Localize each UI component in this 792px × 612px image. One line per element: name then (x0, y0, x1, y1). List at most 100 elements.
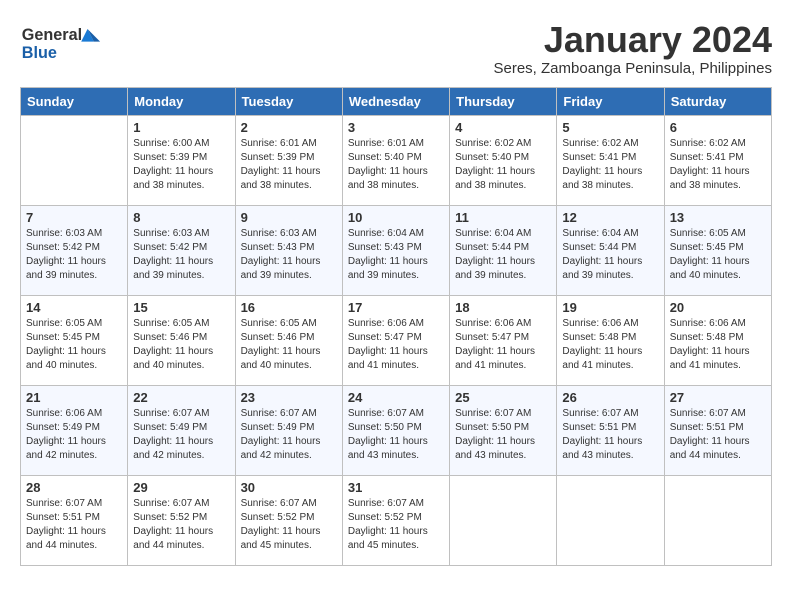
svg-text:Blue: Blue (22, 44, 57, 62)
calendar-cell: 11Sunrise: 6:04 AMSunset: 5:44 PMDayligh… (450, 205, 557, 295)
calendar-cell: 4 Sunrise: 6:02 AMSunset: 5:40 PMDaylight… (450, 115, 557, 205)
day-number: 30 (241, 480, 337, 495)
day-info: Sunrise: 6:07 AMSunset: 5:52 PMDaylight:… (241, 497, 337, 553)
calendar-week-1: 1 Sunrise: 6:00 AMSunset: 5:39 PMDaylight… (21, 115, 772, 205)
day-info: Sunrise: 6:03 AMSunset: 5:42 PMDaylight:… (133, 227, 229, 283)
column-header-monday: Monday (128, 87, 235, 115)
day-info: Sunrise: 6:07 AMSunset: 5:50 PMDaylight:… (455, 407, 551, 463)
calendar-week-3: 14Sunrise: 6:05 AMSunset: 5:45 PMDayligh… (21, 295, 772, 385)
column-header-wednesday: Wednesday (342, 87, 449, 115)
calendar-cell: 13 Sunrise: 6:05 AMSunset: 5:45 PMDayligh… (664, 205, 771, 295)
day-number: 17 (348, 300, 444, 315)
day-info: Sunrise: 6:03 AMSunset: 5:43 PMDaylight:… (241, 227, 337, 283)
column-header-tuesday: Tuesday (235, 87, 342, 115)
calendar-cell (21, 115, 128, 205)
day-info: Sunrise: 6:07 AMSunset: 5:52 PMDaylight:… (348, 497, 444, 553)
calendar-cell: 19 Sunrise: 6:06 AMSunset: 5:48 PMDayligh… (557, 295, 664, 385)
calendar-cell: 15 Sunrise: 6:05 AMSunset: 5:46 PMDayligh… (128, 295, 235, 385)
calendar-cell: 21 Sunrise: 6:06 AMSunset: 5:49 PMDayligh… (21, 385, 128, 475)
day-info: Sunrise: 6:04 AMSunset: 5:44 PMDaylight:… (562, 227, 658, 283)
day-number: 12 (562, 210, 658, 225)
calendar-cell: 2 Sunrise: 6:01 AMSunset: 5:39 PMDaylight… (235, 115, 342, 205)
calendar-cell: 20Sunrise: 6:06 AMSunset: 5:48 PMDayligh… (664, 295, 771, 385)
day-info: Sunrise: 6:01 AMSunset: 5:39 PMDaylight:… (241, 137, 337, 193)
day-info: Sunrise: 6:00 AMSunset: 5:39 PMDaylight:… (133, 137, 229, 193)
calendar-cell: 23Sunrise: 6:07 AMSunset: 5:49 PMDayligh… (235, 385, 342, 475)
day-number: 19 (562, 300, 658, 315)
day-number: 5 (562, 120, 658, 135)
calendar-cell: 17 Sunrise: 6:06 AMSunset: 5:47 PMDayligh… (342, 295, 449, 385)
calendar-cell: 28Sunrise: 6:07 AMSunset: 5:51 PMDayligh… (21, 475, 128, 565)
day-number: 31 (348, 480, 444, 495)
calendar-cell: 30 Sunrise: 6:07 AMSunset: 5:52 PMDayligh… (235, 475, 342, 565)
calendar-cell: 24 Sunrise: 6:07 AMSunset: 5:50 PMDayligh… (342, 385, 449, 475)
day-number: 25 (455, 390, 551, 405)
day-number: 3 (348, 120, 444, 135)
page-header: General Blue January 2024 Seres, Zamboan… (20, 20, 772, 77)
day-info: Sunrise: 6:05 AMSunset: 5:45 PMDaylight:… (670, 227, 766, 283)
calendar-cell: 5Sunrise: 6:02 AMSunset: 5:41 PMDaylight… (557, 115, 664, 205)
day-number: 7 (26, 210, 122, 225)
calendar-week-4: 21 Sunrise: 6:06 AMSunset: 5:49 PMDayligh… (21, 385, 772, 475)
day-number: 21 (26, 390, 122, 405)
day-info: Sunrise: 6:07 AMSunset: 5:49 PMDaylight:… (133, 407, 229, 463)
calendar-cell: 7 Sunrise: 6:03 AMSunset: 5:42 PMDaylight… (21, 205, 128, 295)
calendar-cell: 18 Sunrise: 6:06 AMSunset: 5:47 PMDayligh… (450, 295, 557, 385)
day-info: Sunrise: 6:07 AMSunset: 5:51 PMDaylight:… (562, 407, 658, 463)
calendar-cell (557, 475, 664, 565)
day-number: 8 (133, 210, 229, 225)
day-number: 11 (455, 210, 551, 225)
day-number: 4 (455, 120, 551, 135)
calendar-header-row: SundayMondayTuesdayWednesdayThursdayFrid… (21, 87, 772, 115)
calendar-week-2: 7 Sunrise: 6:03 AMSunset: 5:42 PMDaylight… (21, 205, 772, 295)
calendar-cell: 26 Sunrise: 6:07 AMSunset: 5:51 PMDayligh… (557, 385, 664, 475)
svg-text:General: General (22, 26, 82, 44)
calendar-cell: 10Sunrise: 6:04 AMSunset: 5:43 PMDayligh… (342, 205, 449, 295)
day-number: 16 (241, 300, 337, 315)
day-number: 15 (133, 300, 229, 315)
location-subtitle: Seres, Zamboanga Peninsula, Philippines (493, 60, 772, 77)
calendar-cell: 22 Sunrise: 6:07 AMSunset: 5:49 PMDayligh… (128, 385, 235, 475)
calendar-cell: 27Sunrise: 6:07 AMSunset: 5:51 PMDayligh… (664, 385, 771, 475)
day-info: Sunrise: 6:03 AMSunset: 5:42 PMDaylight:… (26, 227, 122, 283)
calendar-cell: 3 Sunrise: 6:01 AMSunset: 5:40 PMDaylight… (342, 115, 449, 205)
calendar-cell: 8 Sunrise: 6:03 AMSunset: 5:42 PMDaylight… (128, 205, 235, 295)
column-header-thursday: Thursday (450, 87, 557, 115)
day-info: Sunrise: 6:07 AMSunset: 5:50 PMDaylight:… (348, 407, 444, 463)
day-number: 27 (670, 390, 766, 405)
day-number: 24 (348, 390, 444, 405)
calendar-cell: 29Sunrise: 6:07 AMSunset: 5:52 PMDayligh… (128, 475, 235, 565)
day-info: Sunrise: 6:06 AMSunset: 5:47 PMDaylight:… (455, 317, 551, 373)
day-info: Sunrise: 6:05 AMSunset: 5:46 PMDaylight:… (133, 317, 229, 373)
day-info: Sunrise: 6:01 AMSunset: 5:40 PMDaylight:… (348, 137, 444, 193)
calendar-cell: 25 Sunrise: 6:07 AMSunset: 5:50 PMDayligh… (450, 385, 557, 475)
column-header-sunday: Sunday (21, 87, 128, 115)
calendar-cell: 31 Sunrise: 6:07 AMSunset: 5:52 PMDayligh… (342, 475, 449, 565)
day-info: Sunrise: 6:02 AMSunset: 5:41 PMDaylight:… (670, 137, 766, 193)
day-info: Sunrise: 6:06 AMSunset: 5:48 PMDaylight:… (562, 317, 658, 373)
day-info: Sunrise: 6:04 AMSunset: 5:43 PMDaylight:… (348, 227, 444, 283)
calendar-cell: 9 Sunrise: 6:03 AMSunset: 5:43 PMDaylight… (235, 205, 342, 295)
day-number: 20 (670, 300, 766, 315)
calendar-cell (450, 475, 557, 565)
day-info: Sunrise: 6:06 AMSunset: 5:47 PMDaylight:… (348, 317, 444, 373)
day-number: 18 (455, 300, 551, 315)
day-number: 1 (133, 120, 229, 135)
column-header-friday: Friday (557, 87, 664, 115)
day-number: 13 (670, 210, 766, 225)
column-header-saturday: Saturday (664, 87, 771, 115)
day-number: 23 (241, 390, 337, 405)
day-info: Sunrise: 6:02 AMSunset: 5:40 PMDaylight:… (455, 137, 551, 193)
day-number: 29 (133, 480, 229, 495)
month-title: January 2024 (493, 20, 772, 60)
day-number: 22 (133, 390, 229, 405)
day-number: 6 (670, 120, 766, 135)
day-info: Sunrise: 6:06 AMSunset: 5:49 PMDaylight:… (26, 407, 122, 463)
day-number: 28 (26, 480, 122, 495)
calendar-table: SundayMondayTuesdayWednesdayThursdayFrid… (20, 87, 772, 566)
day-number: 26 (562, 390, 658, 405)
day-number: 14 (26, 300, 122, 315)
calendar-cell: 12 Sunrise: 6:04 AMSunset: 5:44 PMDayligh… (557, 205, 664, 295)
day-number: 2 (241, 120, 337, 135)
day-number: 9 (241, 210, 337, 225)
